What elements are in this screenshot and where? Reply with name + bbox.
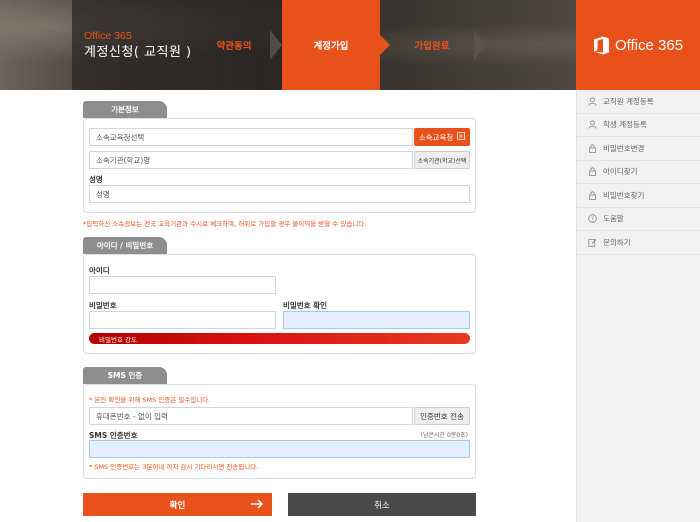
sidebar-item-contact[interactable]: 문의하기	[577, 231, 700, 255]
edit-icon	[588, 238, 597, 247]
institution-field[interactable]: 소속기관(학교)명	[89, 151, 413, 169]
password-strength-label: 비밀번호 강도	[99, 335, 137, 344]
sidebar-item-label: 학생 계정등록	[603, 120, 647, 130]
password-input[interactable]	[89, 311, 276, 329]
confirm-button[interactable]: 확인	[83, 493, 272, 516]
step-complete: 가입완료	[414, 41, 450, 52]
person-icon	[588, 97, 597, 106]
sidebar-item-change-password[interactable]: 비밀번호변경	[577, 137, 700, 161]
basic-info-tab: 기본정보	[83, 101, 167, 118]
sidebar-item-label: 아이디찾기	[603, 167, 638, 177]
institution-select-button[interactable]: 소속기관(학교)선택	[414, 151, 470, 169]
step-arrow-icon	[474, 30, 486, 60]
sms-tab: SMS 인증	[83, 367, 167, 384]
lock-icon	[588, 167, 597, 177]
password-label: 비밀번호	[89, 301, 117, 310]
sidebar-item-label: 문의하기	[603, 237, 631, 247]
lock-icon	[588, 191, 597, 200]
password-confirm-label: 비밀번호 확인	[283, 301, 328, 310]
sms-required-notice: * 본인 확인을 위해 SMS 인증은 필수입니다.	[89, 396, 211, 404]
sidebar-item-label: 도움말	[603, 214, 624, 224]
send-code-button[interactable]: 인증번호 전송	[414, 407, 470, 425]
id-label: 아이디	[89, 266, 110, 275]
id-input[interactable]	[89, 276, 276, 294]
sidebar-item-label: 교직원 계정등록	[603, 96, 654, 106]
search-icon	[457, 132, 466, 142]
logo-text: Office 365	[614, 36, 684, 54]
page-title: 계정신청( 교직원 )	[84, 45, 192, 60]
sidebar: 교직원 계정등록 학생 계정등록 비밀번호변경 아이디찾기 비밀번호찾기 ? 도…	[576, 90, 700, 522]
sidebar-item-label: 비밀번호변경	[603, 143, 645, 153]
affiliation-notice: *입력하신 소속정보는 전국 교육기관과 수시로 체크하며, 허위로 가입할 경…	[83, 220, 367, 228]
password-confirm-input[interactable]	[283, 311, 470, 329]
phone-input[interactable]: 휴대폰번호 - 없이 입력	[89, 407, 413, 425]
confirm-button-label: 확인	[169, 500, 186, 511]
step-signup-active: 계정가입	[282, 0, 390, 90]
person-icon	[588, 120, 597, 129]
name-field[interactable]: 성명	[89, 185, 470, 203]
office-logo: Office 365	[576, 0, 700, 90]
step-terms: 약관동의	[216, 41, 252, 52]
help-icon: ?	[588, 214, 597, 223]
name-label: 성명	[89, 175, 103, 184]
sidebar-item-student-signup[interactable]: 학생 계정등록	[577, 114, 700, 137]
remaining-time: (남은시간 0분0초)	[420, 432, 468, 439]
sidebar-item-find-id[interactable]: 아이디찾기	[577, 161, 700, 184]
office-icon	[593, 36, 610, 55]
arrow-right-icon	[250, 497, 264, 511]
sms-footer-notice: * SMS 인증번호는 3분이내 까지 감시 기다리시면 전송됩니다.	[89, 463, 259, 471]
header-banner: Office 365 계정신청( 교직원 ) 약관동의 계정가입 가입완료	[0, 0, 576, 90]
sidebar-item-help[interactable]: ? 도움말	[577, 208, 700, 231]
svg-text:?: ?	[591, 217, 594, 223]
sidebar-item-find-password[interactable]: 비밀번호찾기	[577, 184, 700, 208]
cancel-button[interactable]: 취소	[288, 493, 476, 516]
sidebar-item-label: 비밀번호찾기	[603, 190, 645, 200]
id-password-tab: 아이디 / 비밀번호	[83, 237, 167, 254]
edu-office-button[interactable]: 소속교육청	[414, 128, 470, 146]
lock-icon	[588, 144, 597, 153]
sms-code-input[interactable]	[89, 440, 470, 458]
sidebar-item-staff-signup[interactable]: 교직원 계정등록	[577, 90, 700, 114]
edu-office-field[interactable]: 소속교육청선택	[89, 128, 413, 146]
page-root: Office 365 계정신청( 교직원 ) 약관동의 계정가입 가입완료 Of…	[0, 0, 700, 522]
edu-office-button-label: 소속교육청	[418, 132, 454, 142]
password-strength-bar: 비밀번호 강도	[89, 333, 470, 344]
